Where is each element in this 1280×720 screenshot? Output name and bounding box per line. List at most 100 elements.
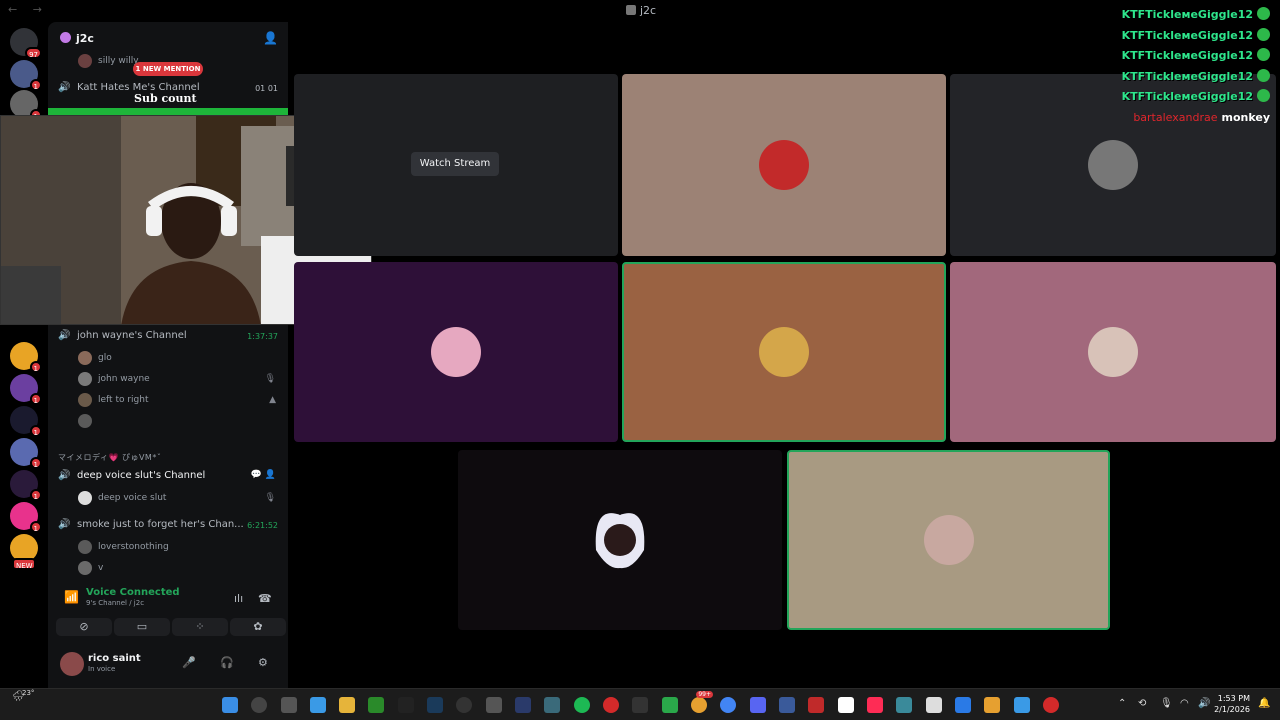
opera-icon[interactable] bbox=[603, 697, 619, 713]
giggle-emote-icon bbox=[1257, 68, 1270, 82]
discord-icon[interactable] bbox=[750, 697, 766, 713]
settings-icon[interactable]: ⚙ bbox=[258, 656, 268, 669]
task-view-icon[interactable] bbox=[281, 697, 297, 713]
app-icon[interactable]: 99+ bbox=[691, 691, 713, 713]
start-icon[interactable] bbox=[222, 697, 238, 713]
invite-icon[interactable]: 👤 bbox=[263, 31, 278, 45]
controller-icon: ▲ bbox=[269, 395, 276, 405]
participant-tile-speaking[interactable] bbox=[622, 262, 946, 442]
capcut-icon[interactable] bbox=[838, 697, 854, 713]
server-icon[interactable]: NEW bbox=[10, 534, 38, 570]
chevron-up-icon[interactable]: ⌃ bbox=[1118, 698, 1126, 709]
stream-tile[interactable]: Watch Stream bbox=[294, 74, 618, 256]
spotify-icon[interactable] bbox=[574, 697, 590, 713]
app-icon[interactable] bbox=[1043, 697, 1059, 713]
app-icon[interactable] bbox=[896, 697, 912, 713]
app-icon[interactable] bbox=[779, 697, 795, 713]
category-header[interactable]: マイメロディ💗 ぴゅVM*ˇ bbox=[58, 452, 161, 463]
wifi-icon[interactable]: ◠ bbox=[1180, 698, 1189, 709]
window-title: j2c bbox=[626, 4, 656, 17]
server-icon[interactable]: 1 bbox=[10, 470, 42, 501]
unread-badge: 1 bbox=[29, 489, 42, 501]
signal-icon: 📶 bbox=[64, 590, 79, 604]
voice-channel-john[interactable]: 🔊 john wayne's Channel bbox=[58, 330, 187, 341]
participant-tile[interactable] bbox=[294, 262, 618, 442]
watch-stream-button[interactable]: Watch Stream bbox=[411, 152, 499, 176]
participant-tile[interactable] bbox=[950, 262, 1276, 442]
screen-share-button[interactable]: ▭ bbox=[114, 618, 170, 636]
disconnect-icon[interactable]: ☎ bbox=[258, 592, 272, 605]
app-icon[interactable] bbox=[662, 697, 678, 713]
app-icon[interactable] bbox=[1014, 697, 1030, 713]
avatar bbox=[78, 491, 92, 505]
direct-messages-icon[interactable]: 97 bbox=[10, 28, 42, 59]
avatar bbox=[78, 54, 92, 68]
speaker-icon: 🔊 bbox=[58, 330, 71, 341]
chat-icon[interactable]: 💬 👤 bbox=[251, 470, 276, 480]
tiktok-icon[interactable] bbox=[867, 697, 883, 713]
chat-username: KTFTickleмeGiggle12 bbox=[1121, 90, 1253, 103]
app-icon[interactable] bbox=[632, 697, 648, 713]
avatar bbox=[1088, 140, 1138, 190]
soundboard-button[interactable]: ✿ bbox=[230, 618, 286, 636]
app-icon[interactable] bbox=[544, 697, 560, 713]
server-icon[interactable]: 1 bbox=[10, 90, 42, 121]
chat-username: KTFTickleмeGiggle12 bbox=[1121, 49, 1253, 62]
notification-badge: 99+ bbox=[696, 691, 713, 698]
voice-channel-deep[interactable]: 🔊 deep voice slut's Channel bbox=[58, 470, 205, 481]
voice-channel-path[interactable]: 9's Channel / j2c bbox=[86, 599, 144, 607]
participant-tile[interactable] bbox=[622, 74, 946, 256]
nav-arrows[interactable]: ← → bbox=[8, 3, 48, 16]
volume-icon[interactable]: 🔊 bbox=[1198, 698, 1210, 709]
copilot-icon[interactable] bbox=[310, 697, 326, 713]
sync-icon[interactable]: ⟲ bbox=[1138, 698, 1146, 709]
app-icon[interactable] bbox=[398, 697, 414, 713]
file-explorer-icon[interactable] bbox=[339, 697, 355, 713]
noise-suppression-icon[interactable]: ılı bbox=[234, 592, 243, 605]
voice-channel-smoke[interactable]: 🔊 smoke just to forget her's Chan... bbox=[58, 519, 244, 530]
app-icon[interactable] bbox=[926, 697, 942, 713]
system-clock[interactable]: 1:53 PM 2/1/2026 bbox=[1214, 693, 1250, 715]
server-icon[interactable]: 1 bbox=[10, 60, 42, 91]
speaker-icon: 🔊 bbox=[58, 470, 71, 481]
server-icon[interactable]: 1 bbox=[10, 406, 42, 437]
headphones-icon[interactable]: 🎧 bbox=[220, 656, 234, 669]
voice-status[interactable]: Voice Connected bbox=[86, 587, 180, 598]
member-name: left to right bbox=[98, 395, 149, 405]
app-icon[interactable] bbox=[955, 697, 971, 713]
guild-header[interactable]: j2c 👤 bbox=[48, 22, 288, 56]
server-icon[interactable]: 1 bbox=[10, 502, 42, 533]
new-mention-pill[interactable]: 1 NEW MENTION bbox=[133, 62, 203, 76]
voice-panel: 📶 Voice Connected 9's Channel / j2c ılı … bbox=[48, 582, 288, 688]
user-status: In voice bbox=[88, 665, 116, 673]
app-icon[interactable] bbox=[515, 697, 531, 713]
search-icon[interactable] bbox=[251, 697, 267, 713]
mic-tray-icon[interactable]: 🎙 bbox=[1160, 698, 1173, 709]
participant-tile[interactable] bbox=[458, 450, 782, 630]
steam-icon[interactable] bbox=[427, 697, 443, 713]
camera-button[interactable]: ⊘ bbox=[56, 618, 112, 636]
xbox-icon[interactable] bbox=[368, 697, 384, 713]
stream-chat-overlay: KTFTickleмeGiggle12 KTFTickleмeGiggle12 … bbox=[1110, 5, 1270, 128]
app-icon[interactable] bbox=[808, 697, 824, 713]
notification-icon[interactable]: 🔔 bbox=[1258, 698, 1270, 709]
avatar bbox=[78, 414, 92, 428]
chrome-icon[interactable] bbox=[720, 697, 736, 713]
user-panel: rico saint In voice 🎤 🎧 ⚙ bbox=[48, 648, 288, 688]
server-icon[interactable]: 1 bbox=[10, 438, 42, 469]
activity-button[interactable]: ⁘ bbox=[172, 618, 228, 636]
obs-icon[interactable] bbox=[456, 697, 472, 713]
participant-tile-speaking[interactable] bbox=[787, 450, 1110, 630]
avatar bbox=[1088, 327, 1138, 377]
chat-username: KTFTickleмeGiggle12 bbox=[1121, 69, 1253, 83]
avatar[interactable] bbox=[60, 652, 84, 676]
channel-duration: 1:37:37 bbox=[247, 332, 278, 341]
server-icon[interactable]: 1 bbox=[10, 374, 42, 405]
app-icon[interactable] bbox=[984, 697, 1000, 713]
voice-channel-katt[interactable]: 🔊 Katt Hates Me's Channel bbox=[58, 82, 200, 93]
settings-gear-icon[interactable] bbox=[486, 697, 502, 713]
unread-badge: 1 bbox=[29, 79, 42, 91]
mic-icon[interactable]: 🎤 bbox=[182, 656, 196, 669]
avatar bbox=[78, 351, 92, 365]
server-icon[interactable]: 1 bbox=[10, 342, 42, 373]
